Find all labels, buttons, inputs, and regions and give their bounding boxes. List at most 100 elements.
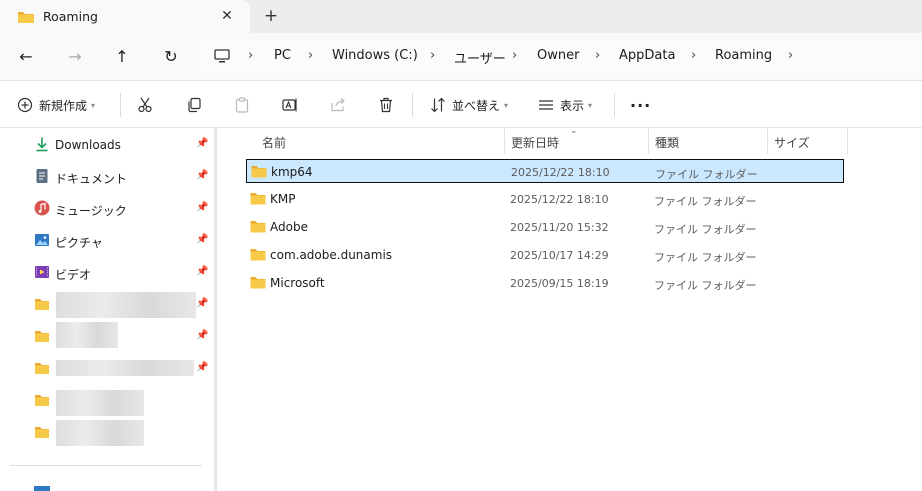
sidebar-item-pictures[interactable]: ピクチャ 📌 [0, 226, 212, 254]
view-button[interactable]: 表示 ▾ [538, 95, 592, 115]
breadcrumb-pc[interactable]: PC [274, 48, 291, 63]
breadcrumb-separator[interactable]: › [788, 48, 793, 63]
navigation-pane: Downloads 📌 ドキュメント 📌 ミュージック 📌 ピクチャ 📌 ビデオ… [0, 128, 222, 491]
chevron-down-icon: ▾ [91, 100, 96, 110]
pin-icon[interactable]: 📌 [196, 266, 208, 277]
file-date: 2025/09/15 18:19 [510, 277, 609, 290]
sidebar-item-label: ピクチャ [55, 236, 103, 250]
breadcrumb-separator: › [512, 48, 518, 63]
file-type: ファイル フォルダー [654, 195, 757, 208]
file-row-kmp[interactable]: KMP 2025/12/22 18:10 ファイル フォルダー [246, 187, 844, 211]
sidebar-item-label: ビデオ [55, 268, 92, 282]
sort-icon [431, 97, 445, 113]
file-type: ファイル フォルダー [654, 279, 757, 292]
sidebar-item-label: ドキュメント [55, 172, 128, 186]
breadcrumb-windows-c[interactable]: Windows (C:) [332, 48, 418, 63]
sidebar-item-music[interactable]: ミュージック 📌 [0, 194, 212, 222]
refresh-button[interactable]: ↻ [159, 45, 183, 69]
sort-button[interactable]: 並べ替え ▾ [430, 95, 508, 115]
folder-icon [250, 277, 266, 289]
pin-icon[interactable]: 📌 [196, 170, 208, 181]
file-list: 名前 ⌄ 更新日時 種類 サイズ kmp64 2025/12/22 18:10 … [230, 126, 922, 491]
column-header-name[interactable]: 名前 [246, 128, 504, 154]
sidebar-item-redacted-folder[interactable]: 📌 [0, 322, 212, 350]
file-type: ファイル フォルダー [655, 168, 758, 181]
folder-icon [250, 221, 266, 233]
close-tab-icon[interactable]: ✕ [218, 7, 236, 25]
up-button[interactable]: ↑ [110, 45, 134, 69]
back-button[interactable]: ← [14, 45, 38, 69]
rename-button[interactable] [282, 95, 298, 115]
sidebar-item-videos[interactable]: ビデオ 📌 [0, 258, 212, 286]
pin-icon[interactable]: 📌 [196, 362, 208, 373]
pin-icon[interactable]: 📌 [196, 202, 208, 213]
redacted-label [56, 390, 144, 416]
sidebar-item-downloads[interactable]: Downloads 📌 [0, 130, 212, 158]
sidebar-item-redacted-folder[interactable]: 📌 [0, 290, 212, 318]
music-icon [34, 200, 50, 216]
file-type: ファイル フォルダー [654, 223, 757, 236]
pin-icon[interactable]: 📌 [196, 138, 208, 149]
rename-icon [282, 98, 297, 112]
paste-button[interactable] [234, 95, 250, 115]
file-row-adobe[interactable]: Adobe 2025/11/20 15:32 ファイル フォルダー [246, 215, 844, 239]
file-row-microsoft[interactable]: Microsoft 2025/09/15 18:19 ファイル フォルダー [246, 271, 844, 295]
new-button[interactable]: 新規作成 ▾ [17, 95, 95, 115]
trash-icon [380, 97, 392, 113]
file-date: 2025/10/17 14:29 [510, 249, 609, 262]
this-pc-icon[interactable] [34, 486, 50, 491]
sidebar-item-redacted-folder[interactable] [0, 386, 212, 416]
sidebar-item-label: ミュージック [55, 204, 127, 218]
address-bar[interactable]: › PC › Windows (C:) › ユーザー › Owner › App… [202, 40, 922, 73]
list-view-icon [539, 100, 553, 110]
folder-icon [35, 427, 49, 438]
sidebar-item-redacted-folder[interactable] [0, 418, 212, 446]
redacted-label [56, 292, 196, 318]
sidebar-divider [10, 465, 202, 466]
pin-icon[interactable]: 📌 [196, 234, 208, 245]
sidebar-scrollbar[interactable] [214, 128, 217, 491]
pin-icon[interactable]: 📌 [196, 330, 208, 341]
view-button-label: 表示 [560, 98, 585, 113]
command-separator [614, 93, 615, 117]
column-separator[interactable] [847, 128, 848, 154]
breadcrumb-users[interactable]: ユーザー [454, 48, 506, 67]
new-tab-button[interactable]: + [262, 6, 280, 26]
file-row-com-adobe-dunamis[interactable]: com.adobe.dunamis 2025/10/17 14:29 ファイル … [246, 243, 844, 267]
breadcrumb-separator: › [430, 48, 436, 63]
breadcrumb-roaming[interactable]: Roaming [715, 48, 772, 63]
pictures-icon [35, 234, 49, 246]
video-icon [35, 266, 49, 278]
breadcrumb-appdata[interactable]: AppData [619, 48, 675, 63]
sidebar-item-redacted-folder[interactable]: 📌 [0, 354, 212, 382]
command-bar: 新規作成 ▾ 並べ替え ▾ 表示 ▾ ··· [0, 81, 922, 128]
forward-button[interactable]: → [63, 45, 87, 69]
tab-roaming[interactable]: Roaming ✕ [0, 0, 250, 33]
redacted-label [56, 322, 118, 348]
file-date: 2025/11/20 15:32 [510, 221, 609, 234]
more-options-button[interactable]: ··· [630, 95, 651, 115]
folder-icon [18, 12, 34, 23]
file-type: ファイル フォルダー [654, 251, 757, 264]
file-name: KMP [270, 192, 296, 206]
pin-icon[interactable]: 📌 [196, 298, 208, 309]
share-button[interactable] [330, 95, 346, 115]
column-header-size[interactable]: サイズ [768, 128, 848, 154]
column-header-date[interactable]: 更新日時 [505, 128, 648, 154]
chevron-down-icon: ▾ [504, 100, 509, 110]
breadcrumb-separator: › [595, 48, 601, 63]
copy-button[interactable] [186, 95, 202, 115]
document-icon [36, 169, 48, 183]
cut-button[interactable] [137, 95, 153, 115]
sidebar-item-documents[interactable]: ドキュメント 📌 [0, 162, 212, 190]
file-date: 2025/12/22 18:10 [510, 193, 609, 206]
file-row-kmp64[interactable]: kmp64 2025/12/22 18:10 ファイル フォルダー [246, 159, 844, 183]
share-icon [331, 98, 345, 112]
file-name: Adobe [270, 220, 308, 234]
column-header-type[interactable]: 種類 [649, 128, 767, 154]
folder-icon [251, 166, 267, 178]
redacted-label [56, 420, 144, 446]
breadcrumb-owner[interactable]: Owner [537, 48, 579, 63]
file-name: kmp64 [271, 165, 313, 179]
delete-button[interactable] [378, 95, 394, 115]
